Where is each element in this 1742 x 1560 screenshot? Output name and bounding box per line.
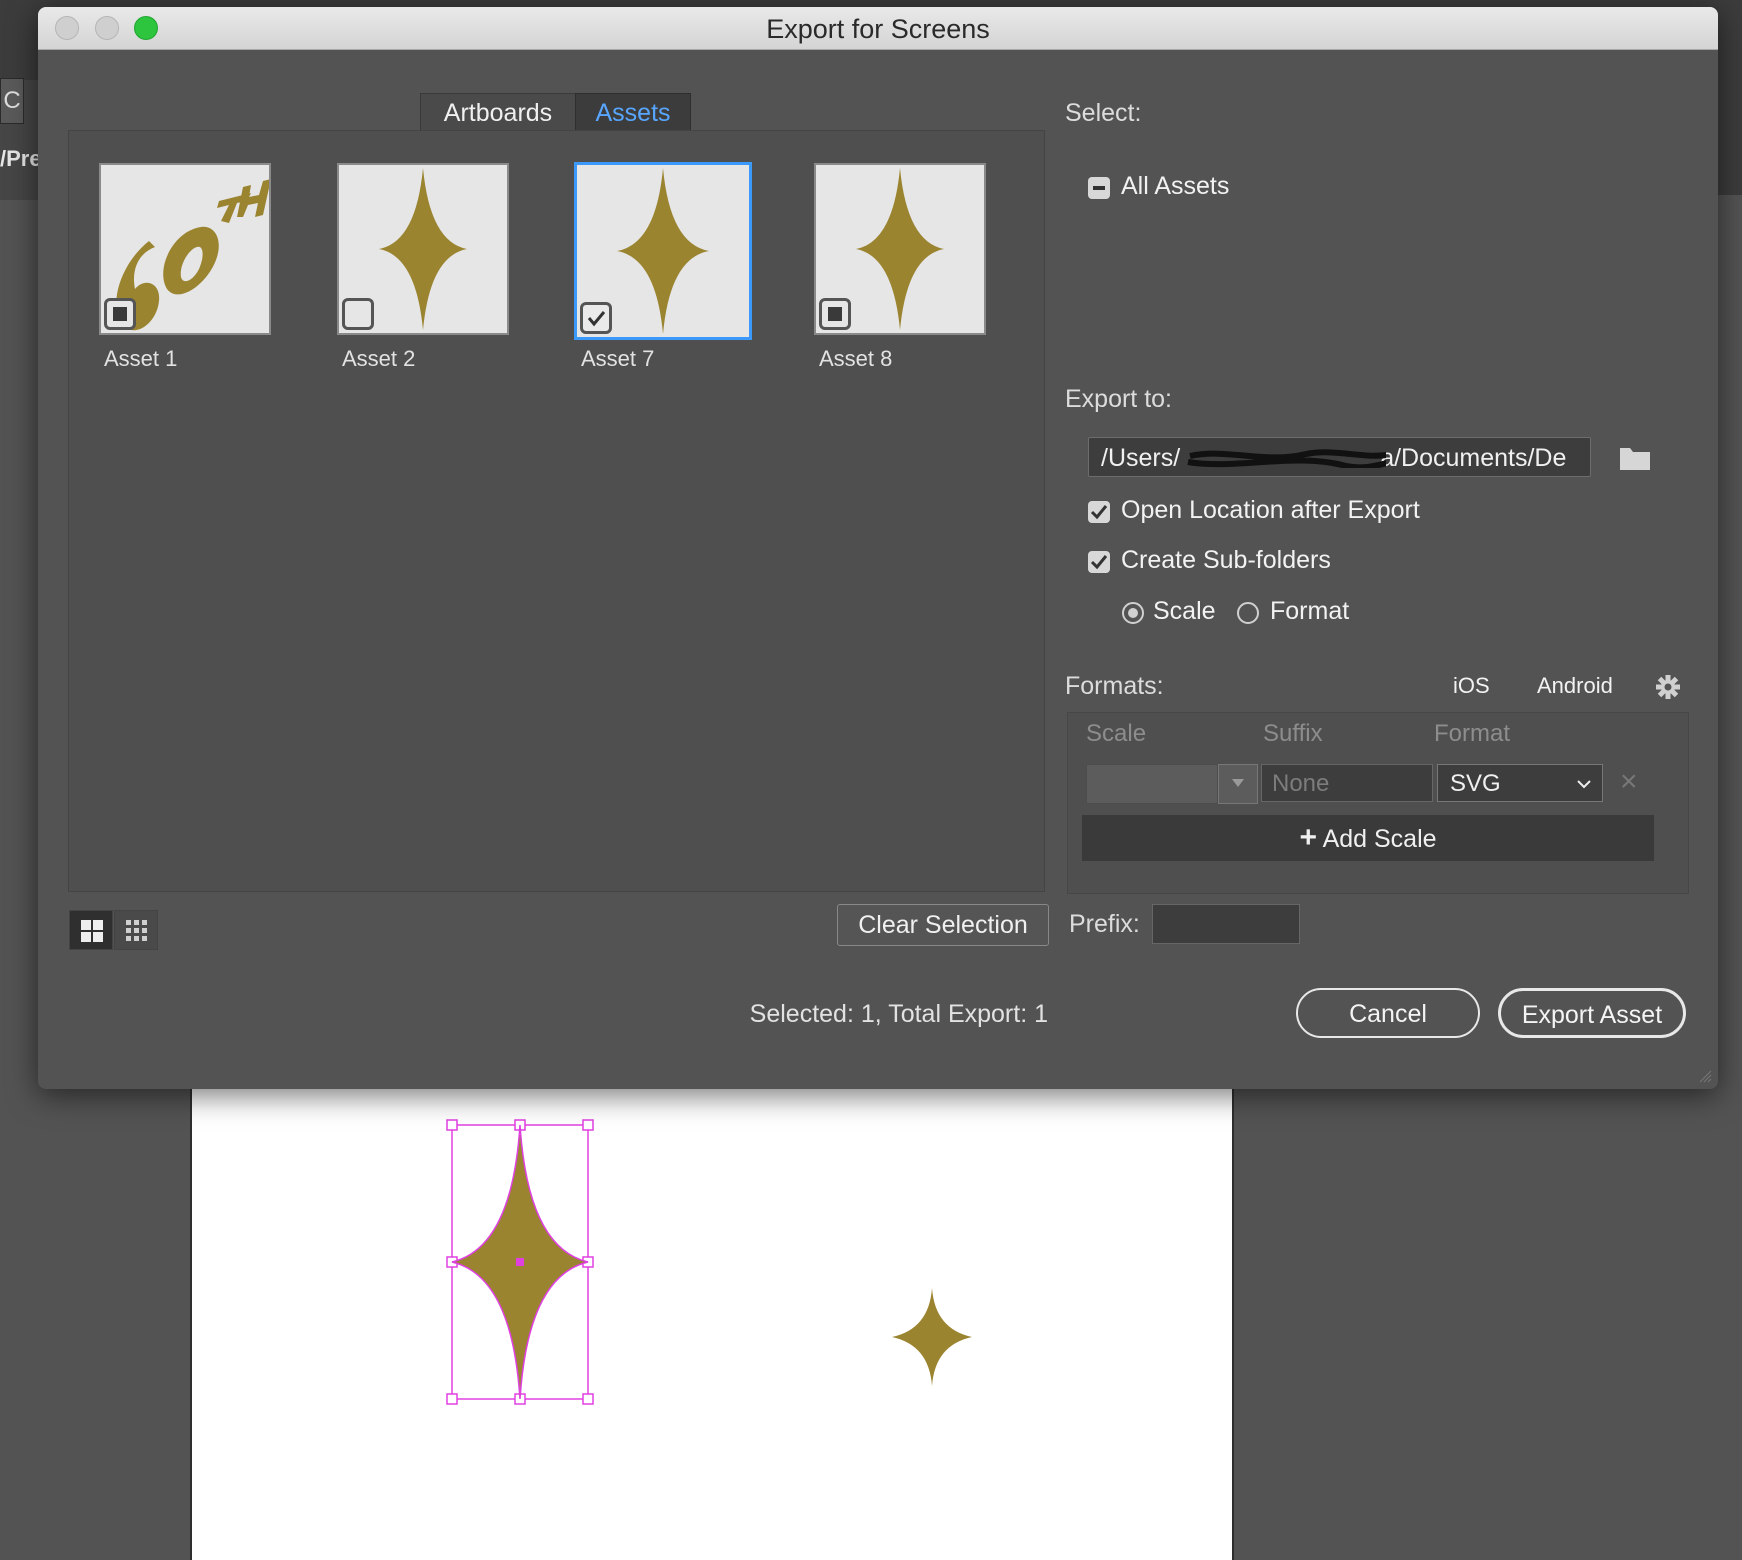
gear-icon[interactable]	[1655, 674, 1681, 700]
suffix-input[interactable]: None	[1261, 764, 1433, 802]
export-to-heading: Export to:	[1065, 385, 1172, 413]
subfolder-format-radio[interactable]	[1237, 602, 1259, 624]
prefix-label: Prefix:	[1069, 910, 1140, 938]
format-select-value: SVG	[1450, 770, 1501, 797]
subfolder-scale-radio[interactable]	[1122, 602, 1144, 624]
dialog-title: Export for Screens	[766, 14, 990, 44]
add-scale-label: Add Scale	[1322, 825, 1437, 853]
asset-thumbnail-1[interactable]	[99, 163, 271, 335]
export-path-end: a/Documents/De	[1380, 444, 1567, 472]
triangle-down-icon	[1232, 779, 1244, 787]
scale-input[interactable]	[1086, 764, 1218, 804]
asset-thumbnail-2[interactable]	[337, 163, 509, 335]
format-select[interactable]: SVG	[1437, 764, 1603, 802]
clear-selection-button[interactable]: Clear Selection	[837, 904, 1049, 946]
format-column-header: Format	[1434, 720, 1511, 747]
asset-thumbnail-8[interactable]	[814, 163, 986, 335]
chevron-down-icon	[1577, 780, 1591, 789]
add-scale-button[interactable]: + Add Scale	[1082, 815, 1654, 861]
asset-label-1: Asset 1	[104, 346, 178, 371]
suffix-column-header: Suffix	[1263, 720, 1323, 747]
export-asset-button[interactable]: Export Asset	[1498, 988, 1686, 1038]
scale-column-header: Scale	[1086, 720, 1147, 747]
grid-view-icon	[81, 920, 103, 942]
app-path-fragment: /Pre	[0, 146, 42, 171]
select-heading: Select:	[1065, 99, 1142, 127]
artboard-canvas[interactable]	[190, 1080, 1234, 1560]
export-path-field[interactable]: /Users/a/Documents/De	[1088, 437, 1591, 477]
indeterminate-icon	[1093, 186, 1105, 190]
asset-label-7: Asset 7	[581, 346, 655, 371]
subfolder-format-label: Format	[1270, 597, 1350, 625]
resize-grip-icon[interactable]	[1698, 1069, 1712, 1083]
create-subfolders-checkbox[interactable]	[1088, 551, 1110, 573]
checkmark-icon	[1090, 505, 1108, 520]
open-location-checkbox[interactable]	[1088, 501, 1110, 523]
asset-label-2: Asset 2	[342, 346, 416, 371]
asset-checkbox-1[interactable]	[104, 298, 136, 330]
list-grid-view-icon	[126, 920, 147, 941]
large-thumbnail-view-button[interactable]	[69, 910, 113, 950]
all-assets-label: All Assets	[1121, 172, 1230, 200]
export-for-screens-dialog: Export for Screens Artboards Assets Asse…	[38, 7, 1718, 1089]
asset-checkbox-8[interactable]	[819, 298, 851, 330]
android-preset-button[interactable]: Android	[1537, 673, 1613, 699]
cancel-button[interactable]: Cancel	[1296, 988, 1480, 1038]
remove-scale-icon[interactable]: ×	[1620, 767, 1638, 797]
subfolder-scale-label: Scale	[1153, 597, 1216, 625]
selection-status: Selected: 1, Total Export: 1	[749, 1000, 1048, 1028]
plus-icon: +	[1299, 821, 1317, 854]
checkmark-icon	[587, 311, 606, 327]
ios-preset-button[interactable]: iOS	[1453, 673, 1490, 699]
formats-heading: Formats:	[1065, 672, 1164, 700]
redaction-scribble	[1187, 449, 1386, 468]
artboard-art	[446, 1119, 972, 1405]
tab-artboards[interactable]: Artboards	[420, 93, 576, 132]
prefix-input[interactable]	[1152, 904, 1300, 944]
title-bar: Export for Screens	[38, 7, 1718, 50]
checkmark-icon	[1090, 555, 1108, 570]
asset-thumbnail-7[interactable]	[574, 162, 752, 340]
asset-checkbox-2[interactable]	[342, 298, 374, 330]
asset-checkbox-7[interactable]	[580, 302, 612, 334]
all-assets-checkbox[interactable]	[1088, 177, 1110, 199]
unselected-star	[892, 1288, 972, 1386]
small-thumbnail-view-button[interactable]	[114, 910, 158, 950]
export-path-start: /Users/	[1101, 444, 1181, 472]
asset-label-8: Asset 8	[819, 346, 893, 371]
app-toolbar-button[interactable]: C	[0, 78, 24, 124]
scale-dropdown-button[interactable]	[1218, 764, 1258, 804]
open-location-label: Open Location after Export	[1121, 496, 1420, 524]
create-subfolders-label: Create Sub-folders	[1121, 546, 1331, 574]
tab-assets[interactable]: Assets	[575, 93, 691, 132]
center-point	[516, 1258, 524, 1266]
asset-grid-panel: Asset 1 Asset 2 Asset 7 Asset 8	[68, 130, 1045, 892]
folder-icon[interactable]	[1618, 444, 1652, 472]
